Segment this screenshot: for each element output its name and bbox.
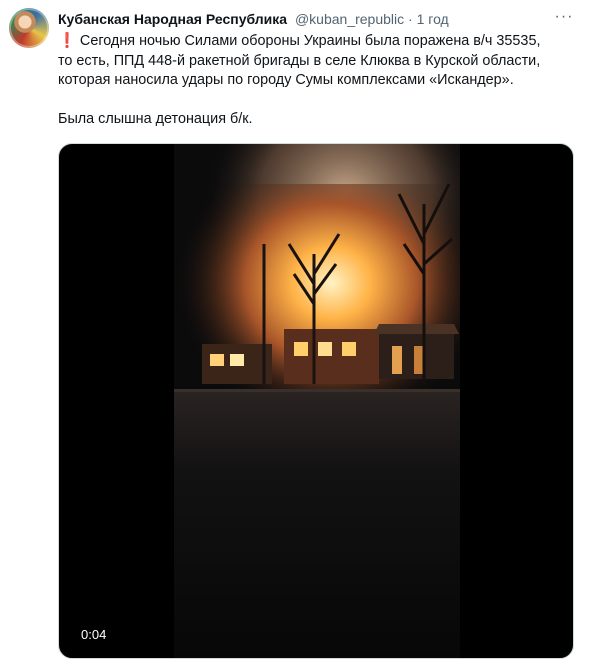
tweet-line-4: Была слышна детонация б/к.	[58, 111, 253, 127]
exclamation-icon: ❗	[58, 33, 76, 49]
video-player[interactable]: 0:04	[58, 143, 574, 659]
tweet-line-3: которая наносила удары по городу Сумы ко…	[58, 72, 514, 88]
tweet-line-1: ❗ Сегодня ночью Силами обороны Украины б…	[58, 32, 578, 52]
video-duration: 0:04	[81, 627, 107, 642]
tweet-line-2: то есть, ППД 448-й ракетной бригады в се…	[58, 52, 541, 69]
tweet-line-1-text: Сегодня ночью Силами обороны Украины был…	[75, 33, 541, 49]
timestamp[interactable]: 1 год	[417, 11, 449, 27]
avatar[interactable]	[9, 8, 49, 48]
more-options-icon[interactable]: ···	[554, 9, 574, 28]
author-handle[interactable]: @kuban_republic	[295, 11, 404, 27]
video-frame	[174, 144, 460, 658]
tweet-text: ❗ Сегодня ночью Силами обороны Украины б…	[58, 32, 578, 130]
separator-dot: ·	[408, 11, 413, 27]
tweet-header: Кубанская Народная Республика @kuban_rep…	[58, 10, 449, 28]
tweet[interactable]: Кубанская Народная Республика @kuban_rep…	[0, 0, 590, 667]
author-name[interactable]: Кубанская Народная Республика	[58, 11, 287, 27]
fire-scene-image	[174, 144, 460, 658]
